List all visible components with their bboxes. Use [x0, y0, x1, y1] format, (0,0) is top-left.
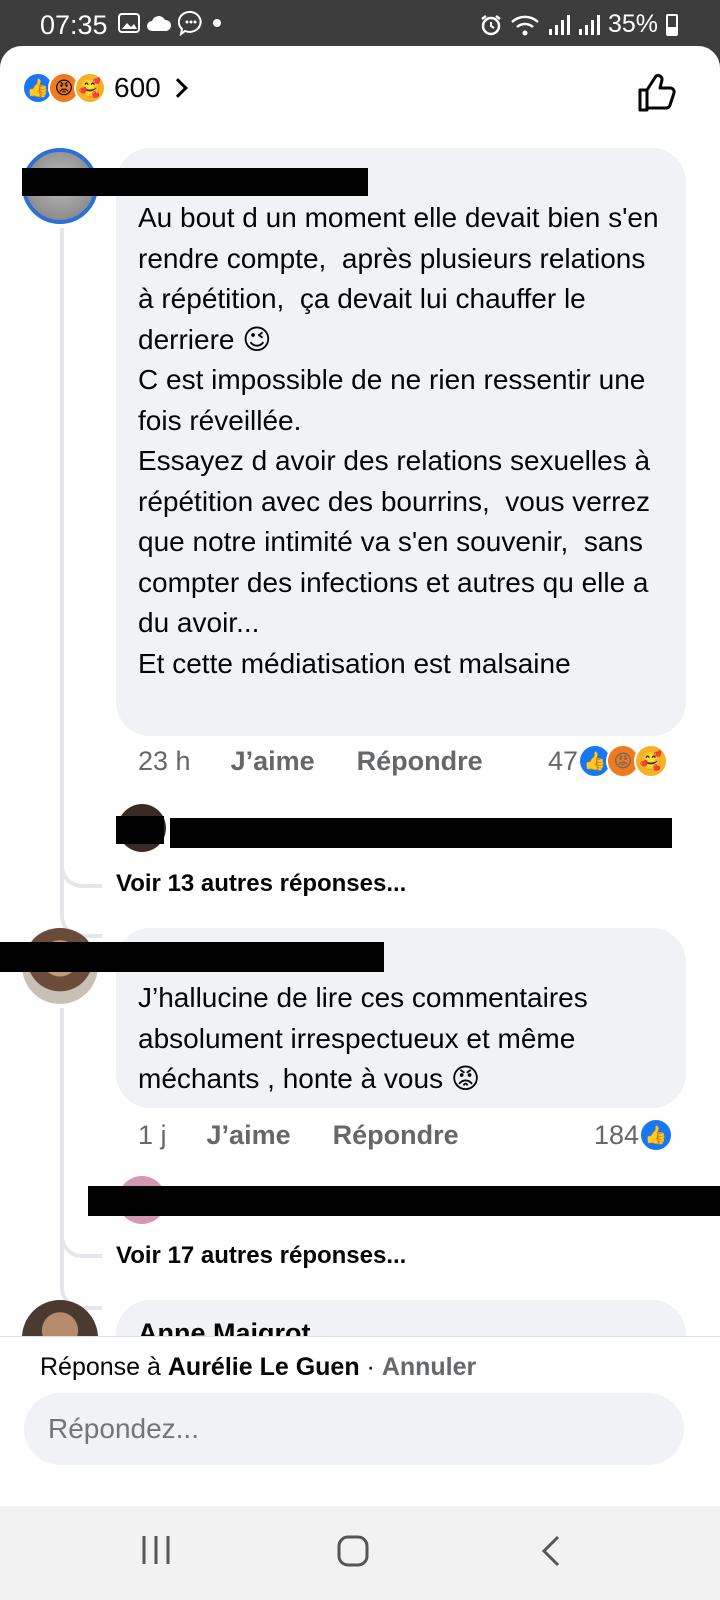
- care-reaction-icon: 🥰: [634, 744, 669, 778]
- status-bar: 07:35 35%: [0, 0, 720, 48]
- status-system-icons: 35%: [480, 10, 678, 39]
- comment-text: J’hallucine de lire ces commentaires abs…: [138, 982, 596, 1094]
- comment-reaction-count: 184: [594, 1119, 640, 1150]
- like-comment-button[interactable]: J’aime: [207, 1120, 291, 1151]
- cancel-reply-button[interactable]: Annuler: [382, 1353, 476, 1381]
- redacted-reply: [170, 818, 672, 848]
- home-icon: [337, 1535, 369, 1567]
- comment-time: 23 h: [138, 746, 191, 776]
- image-icon: [118, 13, 140, 33]
- comment-text: Au bout d un moment elle devait bien s'e…: [138, 202, 659, 679]
- comment-bubble: Au bout d un moment elle devait bien s'e…: [116, 148, 686, 736]
- android-nav-bar: [0, 1506, 720, 1600]
- comment-actions: 23 h J’aime Répondre: [138, 746, 525, 777]
- redacted-reply-avatar: [116, 816, 164, 844]
- battery-icon: [666, 13, 678, 36]
- signal-icon: [548, 14, 570, 35]
- cloud-icon: [147, 16, 172, 31]
- alarm-icon: [481, 14, 501, 35]
- thread-line: [60, 828, 102, 938]
- reply-context: Réponse à Aurélie Le Guen · Annuler: [40, 1353, 476, 1382]
- reply-prefix: Réponse à: [40, 1353, 168, 1381]
- reply-composer: Réponse à Aurélie Le Guen · Annuler: [0, 1336, 720, 1506]
- recent-apps-icon: [142, 1536, 170, 1564]
- redacted-reply: [88, 1186, 720, 1216]
- comment-reactions[interactable]: 184 👍: [594, 1118, 674, 1152]
- status-time: 07:35: [40, 10, 108, 40]
- thread-line: [60, 228, 102, 888]
- like-reaction-icon: 👍: [639, 1118, 674, 1152]
- dot-icon: [213, 19, 221, 27]
- care-reaction-icon: 🥰: [74, 72, 106, 104]
- chevron-right-icon: [167, 78, 188, 98]
- reactions-summary[interactable]: 👍 😡 🥰 600: [22, 72, 188, 104]
- comment-time: 1 j: [138, 1120, 167, 1150]
- signal-icon: [578, 14, 600, 35]
- comment-reactions[interactable]: 47 👍 😡 🥰: [548, 744, 669, 778]
- messenger-icon: [178, 10, 202, 36]
- home-button[interactable]: [336, 1534, 370, 1573]
- reply-separator: ·: [359, 1353, 382, 1381]
- like-button[interactable]: [636, 72, 678, 119]
- wifi-icon: [511, 15, 539, 35]
- thumbs-up-icon: [638, 73, 676, 112]
- reply-button[interactable]: Répondre: [333, 1120, 459, 1151]
- reaction-count: 600: [114, 72, 161, 103]
- comment-actions: 1 j J’aime Répondre: [138, 1120, 501, 1151]
- back-icon: [541, 1535, 560, 1567]
- reply-button[interactable]: Répondre: [357, 746, 483, 777]
- reply-target-name: Aurélie Le Guen: [167, 1353, 360, 1381]
- back-button[interactable]: [538, 1534, 564, 1573]
- like-comment-button[interactable]: J’aime: [231, 746, 315, 777]
- status-notification-icons: [118, 10, 224, 36]
- recent-apps-button[interactable]: [140, 1534, 172, 1571]
- comment-reaction-count: 47: [548, 745, 579, 776]
- reply-input[interactable]: [24, 1393, 684, 1465]
- battery-percent: 35%: [607, 10, 658, 38]
- view-more-replies[interactable]: Voir 13 autres réponses...: [116, 870, 406, 898]
- view-more-replies[interactable]: Voir 17 autres réponses...: [116, 1242, 406, 1270]
- comments-sheet: 👍 😡 🥰 600 Au bout d un moment elle devai…: [0, 46, 720, 1506]
- redacted-author-name: [22, 168, 368, 196]
- redacted-author-name: [0, 942, 384, 972]
